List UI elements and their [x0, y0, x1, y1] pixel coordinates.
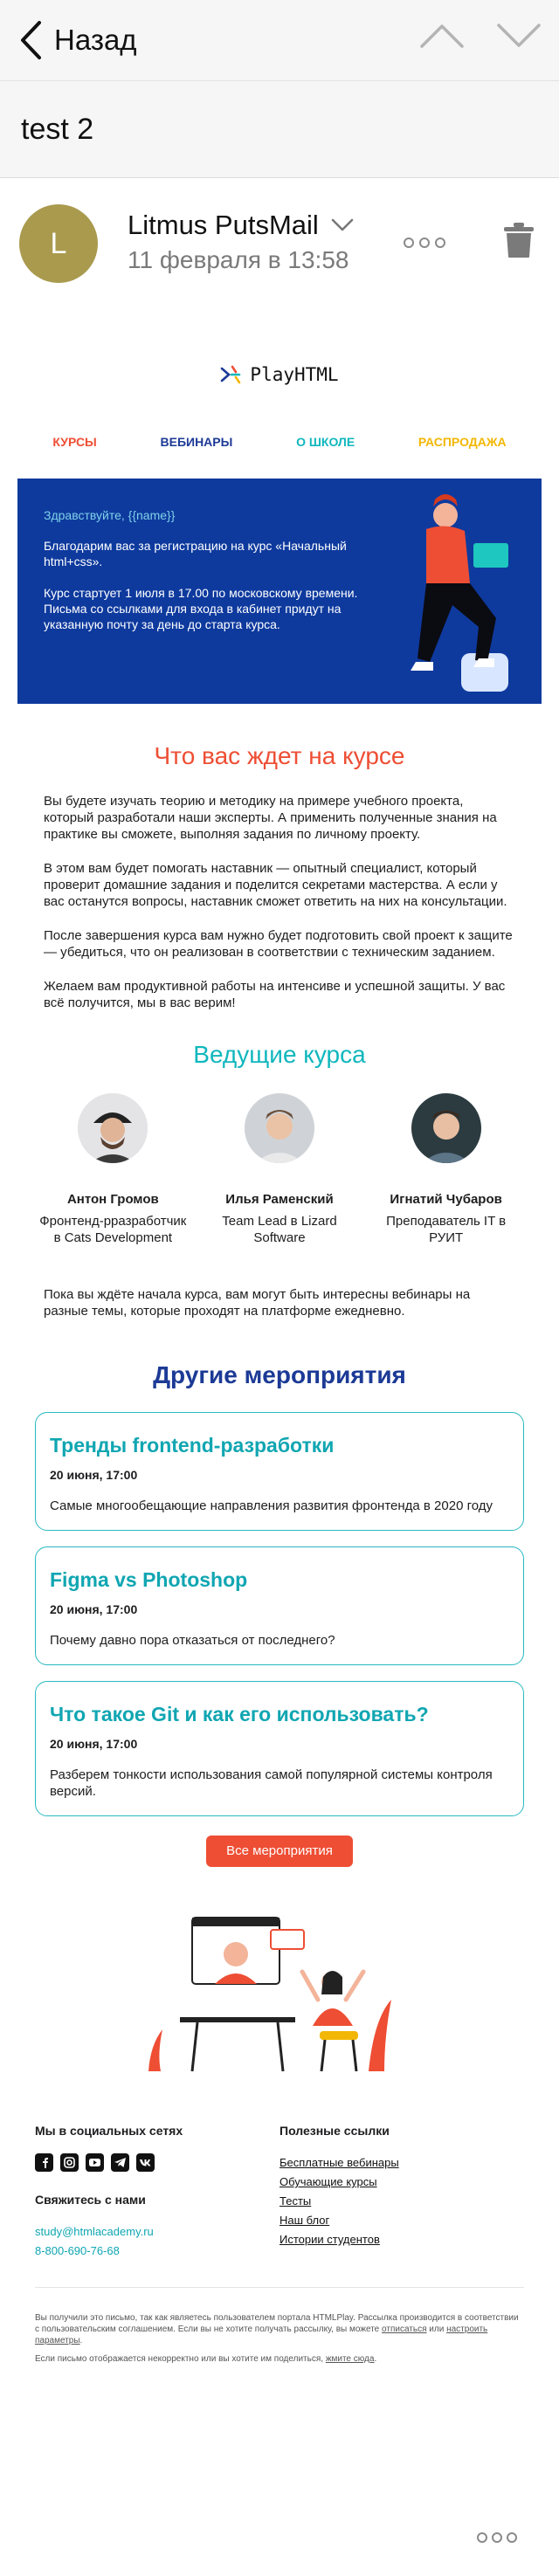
webinar-note-block: Пока вы ждёте начала курса, вам могут бы… [17, 1286, 542, 1319]
menu-item-courses[interactable]: КУРСЫ [52, 435, 96, 449]
teacher-name: Илья Раменский [225, 1192, 334, 1207]
teacher-card: Илья Раменский Team Lead в Lizard Softwa… [203, 1093, 355, 1246]
hero-text-1: Благодарим вас за регистрацию на курс «Н… [44, 539, 347, 568]
teacher-name: Антон Громов [66, 1192, 159, 1207]
teacher-role: Фронтенд-рразработчик в Cats Development [39, 1214, 187, 1245]
chevron-up-icon[interactable] [419, 23, 465, 49]
teacher-photo [411, 1093, 481, 1163]
logo[interactable]: PlayHTML [17, 327, 542, 423]
hero-banner: Здравствуйте, {{name}} Благодарим вас за… [17, 479, 542, 704]
avatar: L [19, 204, 98, 283]
teacher-role: Team Lead в Lizard Software [222, 1214, 337, 1245]
facebook-icon[interactable] [35, 2153, 53, 2172]
legal-notice: Вы получили это письмо, так как являетес… [35, 2287, 524, 2365]
email-footer: Мы в социальных сетях Свяжитесь с нами s… [17, 2124, 542, 2261]
menu-item-webinars[interactable]: ВЕБИНАРЫ [161, 435, 233, 449]
event-card[interactable]: Что такое Git и как его использовать? 20… [35, 1681, 524, 1816]
event-card[interactable]: Тренды frontend-разработки 20 июня, 17:0… [35, 1412, 524, 1531]
people-illustration [17, 1914, 542, 2080]
links-title: Полезные ссылки [280, 2124, 390, 2138]
chevron-down-icon [331, 218, 354, 231]
hero-text-2: Курс стартует 1 июля в 17.00 по московск… [44, 586, 358, 631]
footer-link-tests[interactable]: Тесты [280, 2192, 524, 2211]
social-icons [35, 2153, 280, 2172]
logo-icon [221, 365, 241, 384]
event-title[interactable]: Что такое Git и как его использовать? [50, 1703, 509, 1726]
chevron-left-icon [21, 21, 41, 59]
legal-text-2: Если письмо отображается некорректно или… [35, 2354, 377, 2364]
back-button[interactable]: Назад [19, 20, 137, 60]
chevron-down-icon[interactable] [496, 23, 542, 49]
course-paragraph: В этом вам будет помогать наставник — оп… [44, 861, 507, 909]
course-paragraph: Вы будете изучать теорию и методику на п… [44, 794, 497, 842]
teacher-name: Игнатий Чубаров [390, 1192, 502, 1207]
message-subject: test 2 [0, 80, 559, 178]
person-laptop-illustration [411, 494, 508, 692]
event-date: 20 июня, 17:00 [50, 1468, 138, 1482]
course-paragraph: Желаем вам продуктивной работы на интенс… [44, 979, 506, 1010]
teachers-section-title: Ведущие курса [193, 1041, 366, 1068]
social-title: Мы в социальных сетях [35, 2124, 183, 2138]
teachers-list: Антон Громов Фронтенд-рразработчик в Cat… [17, 1093, 542, 1246]
contact-phone[interactable]: 8-800-690-76-68 [35, 2242, 280, 2261]
trash-icon[interactable] [503, 222, 535, 258]
footer-link-webinars[interactable]: Бесплатные вебинары [280, 2153, 524, 2173]
event-description: Разберем тонкости использования самой по… [50, 1767, 493, 1799]
event-description: Почему давно пора отказаться от последне… [50, 1633, 335, 1648]
footer-link-blog[interactable]: Наш блог [280, 2211, 524, 2230]
teacher-card: Антон Громов Фронтенд-рразработчик в Cat… [37, 1093, 190, 1246]
email-body: PlayHTML КУРСЫ ВЕБИНАРЫ О ШКОЛЕ РАСПРОДА… [17, 327, 542, 2365]
teacher-role: Преподаватель IT в РУИТ [386, 1214, 507, 1245]
sender-date: 11 февраля в 13:58 [128, 246, 349, 273]
contact-title: Свяжитесь с нами [35, 2193, 146, 2207]
events-list: Тренды frontend-разработки 20 июня, 17:0… [17, 1412, 542, 1816]
legal-text-1: Вы получили это письмо, так как являетес… [35, 2313, 519, 2345]
teacher-photo [244, 1093, 314, 1163]
event-title[interactable]: Тренды frontend-разработки [50, 1434, 509, 1457]
back-label: Назад [54, 24, 137, 56]
logo-text: PlayHTML [250, 364, 339, 385]
course-section-title: Что вас ждет на курсе [154, 742, 405, 769]
footer-link-stories[interactable]: Истории студентов [280, 2230, 524, 2249]
menu-item-sale[interactable]: РАСПРОДАЖА [418, 435, 507, 449]
sender-header: L Litmus PutsMail 11 февраля в 13:58 [0, 178, 559, 320]
event-date: 20 июня, 17:00 [50, 1602, 138, 1616]
vk-icon[interactable] [136, 2153, 155, 2172]
menu-item-about[interactable]: О ШКОЛЕ [296, 435, 355, 449]
footer-link-courses[interactable]: Обучающие курсы [280, 2173, 524, 2192]
web-version-link[interactable]: жмите сюда [326, 2354, 375, 2364]
event-date: 20 июня, 17:00 [50, 1737, 138, 1751]
more-options-icon[interactable] [477, 2532, 517, 2543]
teacher-photo [78, 1093, 148, 1163]
email-menu: КУРСЫ ВЕБИНАРЫ О ШКОЛЕ РАСПРОДАЖА [17, 423, 542, 461]
all-events-button[interactable]: Все мероприятия [206, 1836, 353, 1867]
event-card[interactable]: Figma vs Photoshop 20 июня, 17:00 Почему… [35, 1546, 524, 1665]
teacher-card: Игнатий Чубаров Преподаватель IT в РУИТ [369, 1093, 522, 1246]
event-title[interactable]: Figma vs Photoshop [50, 1568, 509, 1592]
telegram-icon[interactable] [111, 2153, 129, 2172]
sender-name: Litmus PutsMail [128, 210, 319, 240]
course-description: Вы будете изучать теорию и методику на п… [17, 793, 542, 1011]
unsubscribe-link[interactable]: отписаться [382, 2325, 426, 2334]
events-section-title: Другие мероприятия [153, 1361, 406, 1388]
more-options-icon[interactable] [404, 238, 445, 248]
event-description: Самые многообещающие направления развити… [50, 1498, 493, 1513]
sender-name-toggle[interactable]: Litmus PutsMail [128, 210, 354, 241]
youtube-icon[interactable] [86, 2153, 104, 2172]
instagram-icon[interactable] [60, 2153, 79, 2172]
webinar-note: Пока вы ждёте начала курса, вам могут бы… [44, 1287, 471, 1319]
top-nav-bar: Назад [0, 0, 559, 80]
course-paragraph: После завершения курса вам нужно будет п… [44, 928, 513, 960]
contact-email[interactable]: study@htmlacademy.ru [35, 2222, 280, 2242]
